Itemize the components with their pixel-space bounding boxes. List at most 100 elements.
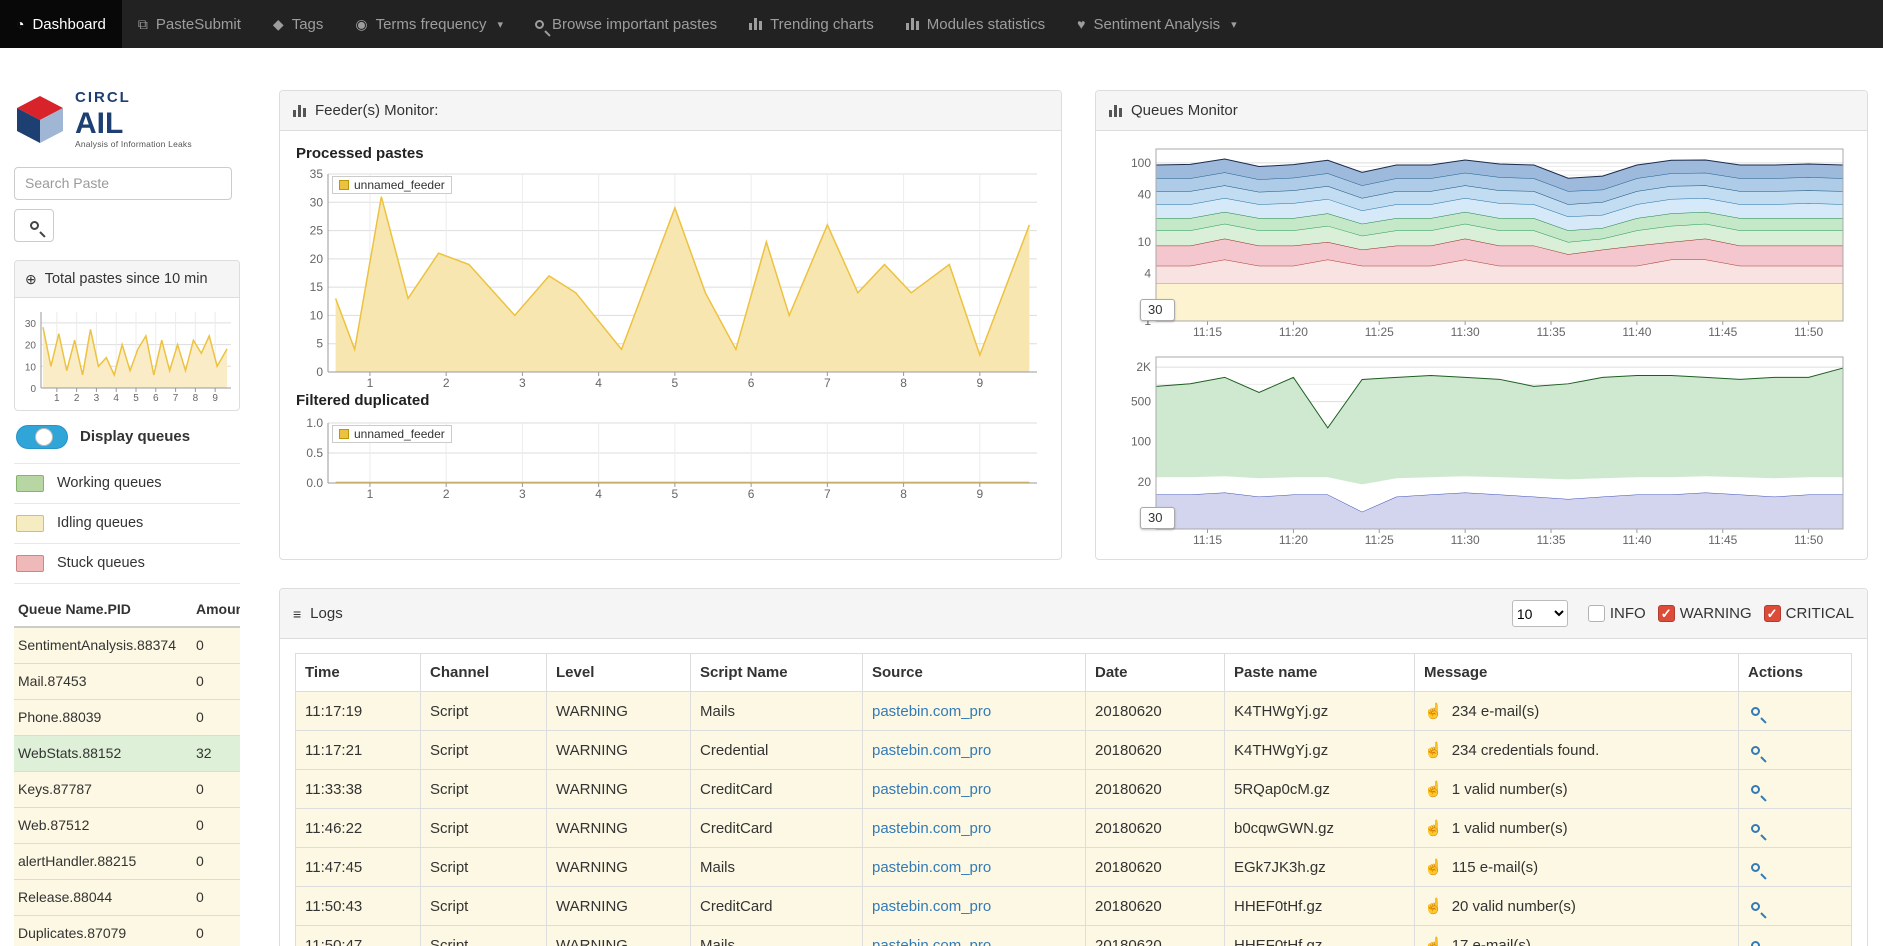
queue-row: Phone.880390 [14,699,240,735]
logs-header: ≡ Logs 10 INFOWARNINGCRITICAL [280,589,1867,639]
nav-item-terms-frequency[interactable]: ◉Terms frequency▾ [339,0,519,48]
queue-amount: 0 [192,699,240,735]
log-paste-name: HHEF0tHf.gz [1225,926,1415,946]
queue-row: Keys.877870 [14,771,240,807]
svg-text:11:20: 11:20 [1279,533,1308,547]
source-link[interactable]: pastebin.com_pro [872,859,991,876]
nav-item-modules-statistics[interactable]: Modules statistics [890,0,1061,48]
legend-row-stuck-queues: Stuck queues [14,544,240,584]
nav-item-tags[interactable]: ◆Tags [257,0,339,48]
nav-item-label: Modules statistics [927,16,1045,33]
svg-text:2: 2 [74,393,80,404]
interval-input[interactable]: 30 [1140,299,1175,321]
thumbs-up-icon: ☝ [1424,742,1443,759]
nav-item-dashboard[interactable]: ◔Dashboard [0,0,122,48]
svg-text:100: 100 [1131,435,1151,449]
nav-item-pastesubmit[interactable]: ⧉PasteSubmit [122,0,257,48]
top-navbar: ◔Dashboard⧉PasteSubmit◆Tags◉Terms freque… [0,0,1883,48]
filter-label: WARNING [1680,605,1752,622]
log-paste-name: EGk7JK3h.gz [1225,848,1415,887]
interval-input[interactable]: 30 [1140,507,1175,529]
svg-text:10: 10 [310,308,324,322]
source-link[interactable]: pastebin.com_pro [872,937,991,946]
queue-name: Duplicates.87079 [14,915,192,946]
log-date: 20180620 [1086,692,1225,731]
queue-amount: 0 [192,807,240,843]
svg-text:7: 7 [824,376,831,390]
show-paste-button[interactable] [1748,859,1760,876]
log-level: WARNING [547,692,691,731]
total-pastes-heading: ⊕ Total pastes since 10 min [15,261,239,298]
nav-item-trending-charts[interactable]: Trending charts [733,0,890,48]
queue-amount: 0 [192,627,240,664]
log-message-text: 115 e-mail(s) [1452,859,1538,876]
bar-chart-icon [906,18,919,30]
nav-item-sentiment-analysis[interactable]: ♥Sentiment Analysis▾ [1061,0,1253,48]
svg-text:25: 25 [310,224,324,238]
filter-checkbox-info[interactable] [1588,605,1605,622]
log-channel: Script [421,692,547,731]
search-button[interactable] [14,209,54,242]
log-time: 11:50:47 [296,926,421,946]
queue-row: Release.880440 [14,879,240,915]
svg-text:8: 8 [900,487,907,501]
log-message: ☝234 e-mail(s) [1415,692,1739,731]
svg-text:11:40: 11:40 [1622,533,1651,547]
show-paste-button[interactable] [1748,820,1760,837]
log-time: 11:50:43 [296,887,421,926]
svg-text:8: 8 [193,393,199,404]
legend-label: Stuck queues [57,555,145,571]
queue-name: Phone.88039 [14,699,192,735]
search-paste-input[interactable] [14,167,232,200]
log-date: 20180620 [1086,926,1225,946]
tag-icon: ◆ [273,17,284,31]
search-plus-icon [1751,863,1760,872]
log-message: ☝20 valid number(s) [1415,887,1739,926]
svg-text:11:20: 11:20 [1279,325,1308,339]
chevron-down-icon: ▾ [1231,18,1237,31]
log-script: CreditCard [691,809,863,848]
log-actions [1739,926,1852,946]
filter-checkbox-warning[interactable] [1658,605,1675,622]
page-size-select[interactable]: 10 [1512,600,1568,627]
svg-text:1: 1 [367,376,374,390]
show-paste-button[interactable] [1748,703,1760,720]
source-link[interactable]: pastebin.com_pro [872,703,991,720]
logs-controls: 10 INFOWARNINGCRITICAL [1512,600,1854,627]
queue-amount: 0 [192,843,240,879]
filtered-duplicated-chart: 0.00.51.0123456789unnamed_feeder [296,417,1045,501]
svg-text:2: 2 [443,487,450,501]
source-link[interactable]: pastebin.com_pro [872,820,991,837]
show-paste-button[interactable] [1748,937,1760,946]
filter-checkbox-critical[interactable] [1764,605,1781,622]
source-link[interactable]: pastebin.com_pro [872,898,991,915]
svg-text:5: 5 [672,376,679,390]
feeder-monitor-panel: Feeder(s) Monitor: Processed pastes 0510… [279,90,1062,560]
log-level: WARNING [547,809,691,848]
show-paste-button[interactable] [1748,742,1760,759]
chevron-down-icon: ▾ [497,18,503,31]
source-link[interactable]: pastebin.com_pro [872,781,991,798]
svg-text:11:25: 11:25 [1365,533,1394,547]
log-source: pastebin.com_pro [863,809,1086,848]
log-channel: Script [421,848,547,887]
nav-item-browse-important-pastes[interactable]: Browse important pastes [519,0,733,48]
thumbs-up-icon: ☝ [1424,859,1443,876]
svg-text:30: 30 [310,195,324,209]
log-actions [1739,692,1852,731]
legend-label: Idling queues [57,515,143,531]
bar-chart-icon [1109,105,1122,117]
show-paste-button[interactable] [1748,898,1760,915]
log-time: 11:46:22 [296,809,421,848]
filter-critical: CRITICAL [1764,605,1854,622]
queue-row: WebStats.8815232 [14,735,240,771]
source-link[interactable]: pastebin.com_pro [872,742,991,759]
log-channel: Script [421,887,547,926]
log-source: pastebin.com_pro [863,692,1086,731]
svg-text:11:15: 11:15 [1193,533,1222,547]
display-queues-toggle[interactable] [16,425,68,449]
log-paste-name: b0cqwGWN.gz [1225,809,1415,848]
svg-text:11:15: 11:15 [1193,325,1222,339]
log-channel: Script [421,809,547,848]
show-paste-button[interactable] [1748,781,1760,798]
